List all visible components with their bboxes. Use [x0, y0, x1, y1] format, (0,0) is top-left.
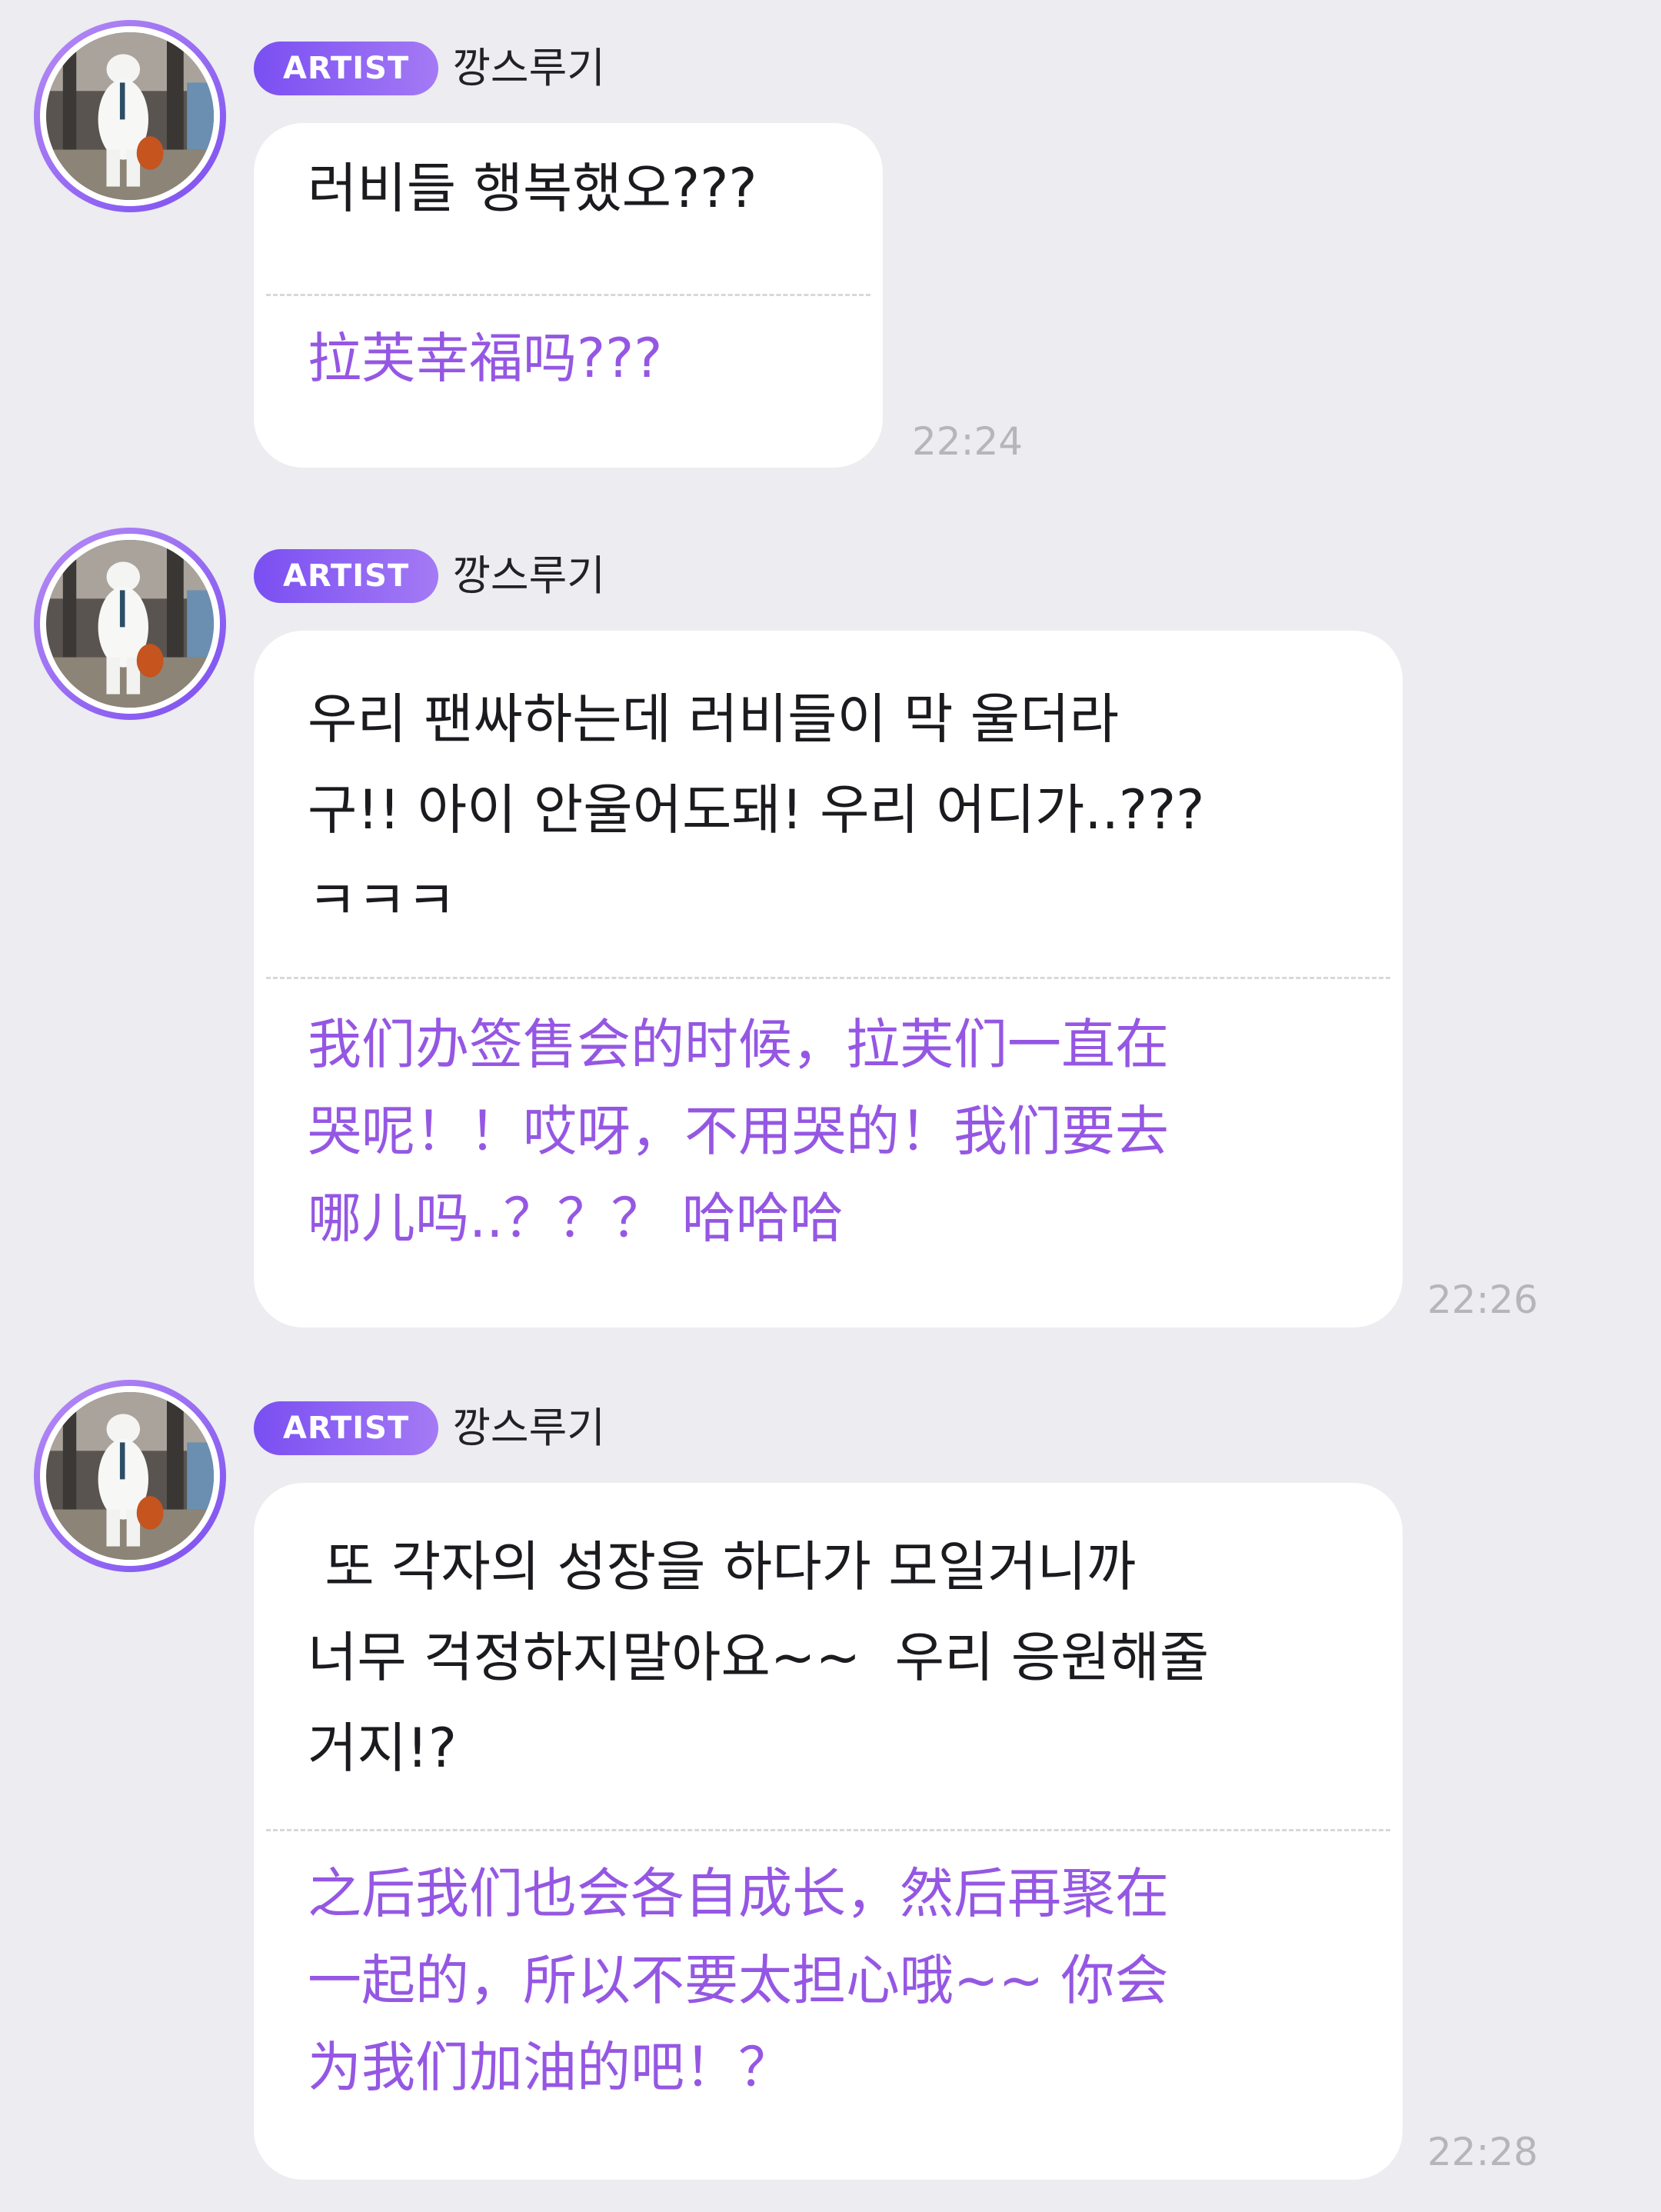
message-timestamp: 22:28 [1427, 2130, 1539, 2174]
message-text-korean: 러비들 행복했오??? [308, 157, 757, 220]
translation-divider [266, 977, 1390, 979]
translation-divider [266, 294, 870, 296]
message-bubble[interactable]: 또 각자의 성장을 하다가 모일거니까 너무 걱정하지말아요~~ 우리 응원해줄… [254, 1483, 1403, 2180]
message-text-korean: 또 각자의 성장을 하다가 모일거니까 너무 걱정하지말아요~~ 우리 응원해줄… [308, 1535, 1210, 1780]
artist-badge: ARTIST [254, 1401, 439, 1455]
artist-badge: ARTIST [254, 42, 439, 95]
avatar-photo [46, 1392, 214, 1560]
message-timestamp: 22:24 [912, 419, 1024, 464]
message-text-chinese: 之后我们也会各自成长，然后再聚在 一起的，所以不要太担心哦~~ 你会 为我们加油… [308, 1862, 1169, 2099]
translation-divider [266, 1829, 1390, 1831]
message-text-chinese: 我们办签售会的时候，拉芙们一直在 哭呢！！哎呀，不用哭的！我们要去 哪儿吗..？… [308, 1013, 1169, 1250]
avatar-photo [46, 32, 214, 200]
message-header: ARTIST 깡스루기 [254, 1401, 605, 1455]
message-bubble[interactable]: 우리 팬싸하는데 러비들이 막 울더라 구!! 아이 안울어도돼! 우리 어디가… [254, 631, 1403, 1328]
artist-badge: ARTIST [254, 549, 439, 603]
message-text-korean: 우리 팬싸하는데 러비들이 막 울더라 구!! 아이 안울어도돼! 우리 어디가… [308, 688, 1205, 932]
sender-nickname: 깡스루기 [452, 44, 605, 92]
message-timestamp: 22:26 [1427, 1278, 1539, 1322]
message-header: ARTIST 깡스루기 [254, 549, 605, 603]
message-header: ARTIST 깡스루기 [254, 42, 605, 95]
message-text-chinese: 拉芙幸福吗??? [308, 327, 663, 390]
avatar[interactable] [34, 528, 226, 720]
sender-nickname: 깡스루기 [452, 551, 605, 600]
avatar[interactable] [34, 20, 226, 212]
avatar[interactable] [34, 1380, 226, 1572]
avatar-photo [46, 540, 214, 708]
sender-nickname: 깡스루기 [452, 1404, 605, 1452]
message-bubble[interactable]: 러비들 행복했오??? 拉芙幸福吗??? [254, 123, 883, 468]
